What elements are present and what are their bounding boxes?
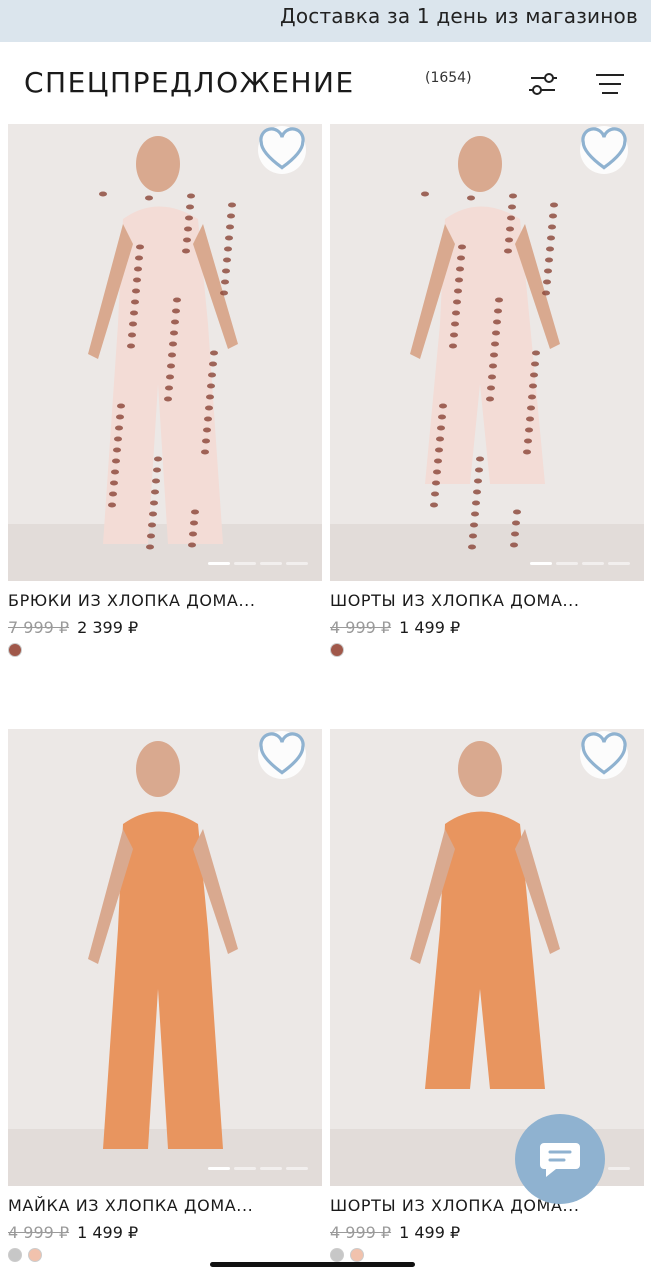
favorite-button[interactable]	[258, 731, 306, 779]
color-swatches	[8, 643, 22, 657]
color-swatch[interactable]	[8, 1248, 22, 1262]
slide-dot[interactable]	[608, 1167, 630, 1170]
slide-dot[interactable]	[530, 562, 552, 565]
price-row: 7 999 ₽ 2 399 ₽	[8, 618, 138, 637]
slide-dot[interactable]	[260, 1167, 282, 1170]
slide-dot[interactable]	[260, 562, 282, 565]
slide-indicator	[208, 1167, 308, 1170]
favorite-button[interactable]	[580, 126, 628, 174]
color-swatch[interactable]	[330, 643, 344, 657]
slide-dot[interactable]	[208, 562, 230, 565]
product-name[interactable]: ШОРТЫ ИЗ ХЛОПКА ДОМА...	[330, 591, 644, 610]
slide-dot[interactable]	[234, 1167, 256, 1170]
product-name[interactable]: БРЮКИ ИЗ ХЛОПКА ДОМА...	[8, 591, 322, 610]
product-photo[interactable]	[8, 124, 322, 581]
old-price: 7 999 ₽	[8, 618, 70, 637]
old-price: 4 999 ₽	[8, 1223, 70, 1242]
home-indicator[interactable]	[210, 1262, 415, 1267]
slide-dot[interactable]	[286, 562, 308, 565]
color-swatch[interactable]	[350, 1248, 364, 1262]
menu-button[interactable]	[592, 68, 628, 100]
slide-dot[interactable]	[208, 1167, 230, 1170]
chat-button[interactable]	[515, 1114, 605, 1204]
slide-indicator	[208, 562, 308, 565]
color-swatch[interactable]	[8, 643, 22, 657]
old-price: 4 999 ₽	[330, 618, 392, 637]
price-row: 4 999 ₽ 1 499 ₽	[8, 1223, 138, 1242]
slide-dot[interactable]	[608, 562, 630, 565]
slide-indicator	[530, 562, 630, 565]
old-price: 4 999 ₽	[330, 1223, 392, 1242]
price-row: 4 999 ₽ 1 499 ₽	[330, 618, 460, 637]
heart-icon	[259, 127, 305, 170]
heart-icon	[581, 732, 627, 775]
slide-dot[interactable]	[556, 562, 578, 565]
sale-price: 1 499 ₽	[77, 1223, 139, 1242]
product-name[interactable]: ШОРТЫ ИЗ ХЛОПКА ДОМА...	[330, 1196, 644, 1215]
color-swatches	[8, 1248, 42, 1262]
product-count: (1654)	[425, 70, 472, 86]
filter-sliders-icon	[529, 73, 557, 95]
slide-dot[interactable]	[286, 1167, 308, 1170]
chat-bubble-icon	[540, 1143, 580, 1177]
color-swatches	[330, 1248, 364, 1262]
slide-dot[interactable]	[234, 562, 256, 565]
product-photo[interactable]	[330, 124, 644, 581]
favorite-button[interactable]	[258, 126, 306, 174]
color-swatch[interactable]	[330, 1248, 344, 1262]
sale-price: 1 499 ₽	[399, 618, 461, 637]
price-row: 4 999 ₽ 1 499 ₽	[330, 1223, 460, 1242]
product-photo[interactable]	[330, 729, 644, 1186]
sale-price: 2 399 ₽	[77, 618, 139, 637]
heart-icon	[259, 732, 305, 775]
filter-button[interactable]	[525, 68, 561, 100]
heart-icon	[581, 127, 627, 170]
sale-price: 1 499 ₽	[399, 1223, 461, 1242]
hamburger-menu-icon	[596, 74, 624, 94]
promo-bar[interactable]: Доставка за 1 день из магазинов	[0, 0, 651, 42]
page-title: СПЕЦПРЕДЛОЖЕНИЕ	[24, 66, 355, 99]
color-swatches	[330, 643, 344, 657]
header: СПЕЦПРЕДЛОЖЕНИЕ (1654)	[0, 42, 651, 124]
product-photo[interactable]	[8, 729, 322, 1186]
favorite-button[interactable]	[580, 731, 628, 779]
promo-text: Доставка за 1 день из магазинов	[280, 4, 638, 28]
product-name[interactable]: МАЙКА ИЗ ХЛОПКА ДОМА...	[8, 1196, 322, 1215]
slide-dot[interactable]	[582, 562, 604, 565]
color-swatch[interactable]	[28, 1248, 42, 1262]
